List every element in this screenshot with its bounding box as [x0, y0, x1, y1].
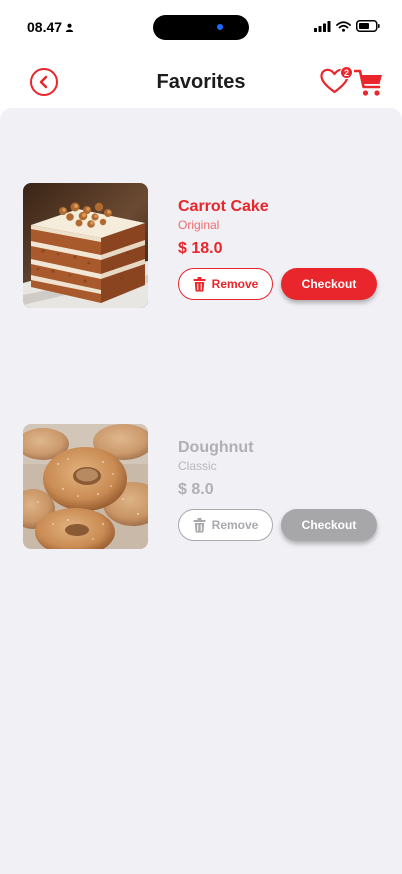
- dynamic-island: [153, 15, 249, 40]
- doughnut-image: [23, 424, 148, 549]
- status-bar: 08.47: [0, 0, 402, 56]
- favorites-screen: 08.47 Favorites 2 Carrot Cake Original $…: [0, 0, 402, 874]
- favorites-button[interactable]: 2: [320, 66, 353, 96]
- checkout-button[interactable]: Checkout: [281, 509, 377, 541]
- item-variant: Original: [178, 218, 220, 232]
- remove-label: Remove: [211, 518, 259, 532]
- remove-button[interactable]: Remove: [178, 509, 273, 541]
- trash-icon: [193, 276, 206, 291]
- signal-icon: [314, 20, 331, 32]
- cart-button[interactable]: [353, 68, 384, 98]
- favorite-item: Carrot Cake Original $ 18.0 Remove Check…: [23, 183, 379, 309]
- favorites-list: Carrot Cake Original $ 18.0 Remove Check…: [0, 108, 402, 874]
- trash-icon: [193, 517, 206, 532]
- item-price: $ 8.0: [178, 481, 214, 498]
- favorite-item: Doughnut Classic $ 8.0 Remove Checkout: [23, 424, 379, 550]
- person-icon: [65, 23, 74, 32]
- status-time: 08.47: [27, 19, 74, 35]
- wifi-icon: [336, 20, 351, 32]
- battery-icon: [356, 20, 380, 32]
- remove-button[interactable]: Remove: [178, 268, 273, 300]
- camera-dot: [217, 24, 223, 30]
- item-price: $ 18.0: [178, 240, 223, 257]
- item-variant: Classic: [178, 459, 217, 473]
- remove-label: Remove: [211, 277, 259, 291]
- cart-icon: [353, 69, 382, 96]
- checkout-button[interactable]: Checkout: [281, 268, 377, 300]
- favorites-count-badge: 2: [340, 66, 353, 79]
- carrot-cake-image: [23, 183, 148, 308]
- item-name: Doughnut: [178, 439, 254, 456]
- status-icons: [314, 20, 380, 32]
- status-time-text: 08.47: [27, 19, 63, 35]
- item-name: Carrot Cake: [178, 198, 269, 215]
- header: Favorites 2: [0, 56, 402, 108]
